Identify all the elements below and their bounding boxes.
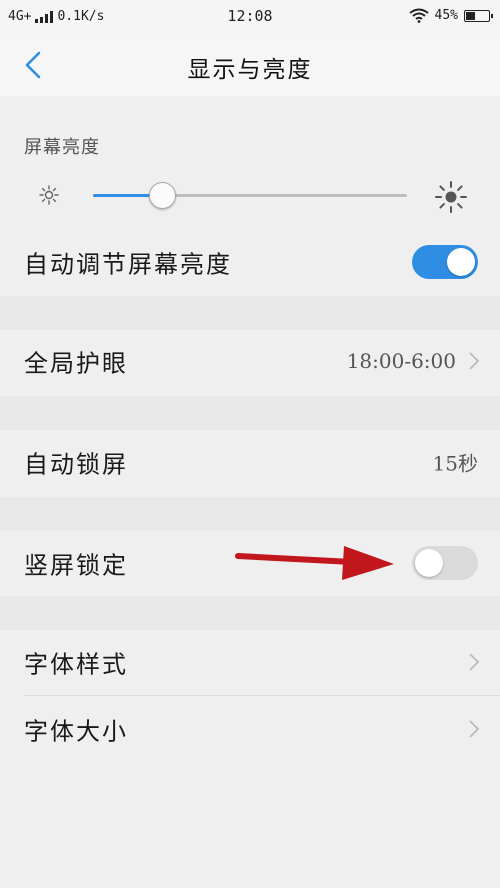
brightness-section-label: 屏幕亮度: [24, 137, 100, 158]
auto-brightness-row[interactable]: 自动调节屏幕亮度: [0, 229, 500, 295]
status-bar: 4G+ 0.1K/s 12:08 45%: [0, 0, 500, 34]
section-divider: [0, 396, 500, 430]
sun-small-icon: [39, 185, 59, 205]
font-size-label: 字体大小: [24, 717, 128, 746]
section-divider: [0, 596, 500, 630]
battery-fill: [466, 11, 475, 20]
auto-brightness-toggle[interactable]: [412, 245, 478, 279]
font-style-row[interactable]: 字体样式: [0, 629, 500, 695]
status-right: 45%: [408, 8, 493, 23]
sun-large-icon: [435, 181, 467, 213]
red-arrow-annotation: [235, 546, 394, 580]
portrait-lock-toggle[interactable]: [412, 546, 478, 580]
section-divider: [0, 497, 500, 531]
auto-lock-label: 自动锁屏: [24, 450, 128, 479]
brightness-slider-row: [0, 170, 500, 220]
eye-protection-row[interactable]: 全局护眼 18:00-6:00: [0, 328, 500, 394]
brightness-slider[interactable]: [93, 182, 407, 209]
portrait-lock-label: 竖屏锁定: [24, 551, 128, 580]
font-size-row[interactable]: 字体大小: [0, 696, 500, 762]
auto-brightness-label: 自动调节屏幕亮度: [24, 250, 232, 279]
battery-percent: 45%: [434, 8, 458, 23]
page-title: 显示与亮度: [187, 57, 313, 83]
chevron-right-icon: [469, 352, 480, 370]
chevron-right-icon: [469, 720, 480, 738]
chevron-right-icon: [469, 653, 480, 671]
eye-protection-label: 全局护眼: [24, 349, 128, 378]
font-style-label: 字体样式: [24, 650, 128, 679]
toggle-knob: [415, 549, 443, 577]
eye-protection-value: 18:00-6:00: [346, 349, 456, 373]
wifi-icon: [408, 8, 429, 23]
toggle-knob: [447, 248, 475, 276]
battery-icon: [464, 9, 493, 22]
brightness-slider-thumb[interactable]: [149, 182, 177, 209]
section-divider: [0, 296, 500, 330]
auto-lock-row[interactable]: 自动锁屏 15秒: [0, 429, 500, 495]
auto-lock-value: 15秒: [432, 451, 478, 476]
title-bar: 显示与亮度: [0, 34, 500, 96]
